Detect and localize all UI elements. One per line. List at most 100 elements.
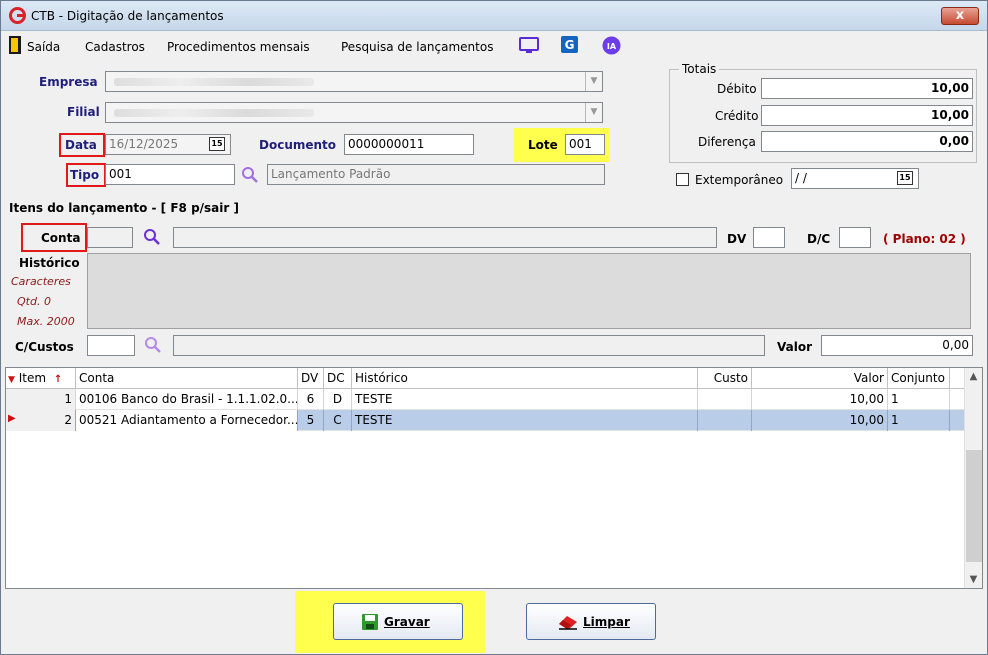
menu-cadastros[interactable]: Cadastros — [85, 40, 145, 54]
scroll-up-icon[interactable]: ▲ — [965, 371, 982, 382]
debito-value: 10,00 — [931, 81, 969, 95]
credito-label: Crédito — [715, 109, 759, 123]
conta-label: Conta — [41, 231, 81, 245]
documento-label: Documento — [259, 138, 337, 152]
limpar-button[interactable]: Limpar — [526, 603, 656, 640]
credito-value: 10,00 — [931, 108, 969, 122]
row-pointer-icon: ▶ — [8, 413, 16, 424]
menu-saida[interactable]: Saída — [27, 40, 60, 54]
filial-label: Filial — [67, 105, 100, 119]
limpar-label: Limpar — [583, 615, 630, 629]
dv-label: DV — [727, 232, 747, 246]
cell-conta: 00106 Banco do Brasil - 1.1.1.02.0... — [76, 389, 298, 410]
debito-label: Débito — [717, 82, 757, 96]
calendar-icon[interactable]: 15 — [209, 137, 225, 151]
vertical-scrollbar[interactable]: ▲ ▼ — [964, 368, 982, 588]
cell-valor: 10,00 — [752, 389, 888, 410]
cell-dc: D — [324, 389, 352, 410]
gravar-label: Gravar — [384, 615, 430, 629]
empresa-label: Empresa — [39, 75, 98, 89]
diferenca-field: 0,00 — [761, 131, 973, 152]
lote-value: 001 — [569, 137, 592, 151]
cell-conjunto: 1 — [888, 389, 950, 410]
column-header-dv[interactable]: DV — [298, 368, 324, 389]
column-header-historico[interactable]: Histórico — [352, 368, 698, 389]
main-window: CTB - Digitação de lançamentos x Saída C… — [0, 0, 988, 655]
table-row-selected[interactable]: ▶ 2 00521 Adiantamento a Fornecedor... 5… — [6, 410, 964, 431]
calendar-icon[interactable]: 15 — [897, 171, 913, 185]
extemporaneo-label: Extemporâneo — [695, 173, 784, 187]
tipo-description: Lançamento Padrão — [267, 164, 605, 185]
ia-assistant-icon[interactable]: IA — [602, 36, 621, 55]
ccustos-field[interactable] — [87, 335, 135, 356]
valor-field[interactable]: 0,00 — [821, 335, 973, 356]
cell-dv: 6 — [298, 389, 324, 410]
search-icon[interactable] — [144, 336, 162, 354]
items-grid[interactable]: ▼ Item ↑ Conta DV DC Histórico Custo Val… — [5, 367, 983, 589]
tipo-field[interactable]: 001 — [105, 164, 235, 185]
sort-ascending-icon: ↑ — [53, 374, 63, 385]
credito-field: 10,00 — [761, 105, 973, 126]
dropdown-arrow-icon[interactable]: ▼ — [585, 72, 602, 91]
tipo-value: 001 — [109, 167, 132, 181]
diferenca-label: Diferença — [698, 135, 756, 149]
historico-textarea[interactable] — [87, 253, 971, 329]
qtd-label: Qtd. 0 — [17, 295, 51, 308]
conta-field[interactable] — [87, 227, 133, 248]
lote-label: Lote — [528, 138, 558, 152]
totais-legend: Totais — [679, 62, 720, 76]
conta-description — [173, 227, 717, 248]
blurred-text — [114, 78, 314, 86]
debito-field: 10,00 — [761, 78, 973, 99]
column-header-valor[interactable]: Valor — [752, 368, 888, 389]
max-label: Max. 2000 — [17, 315, 75, 328]
cell-historico: TESTE — [352, 410, 698, 431]
documento-field[interactable]: 0000000011 — [344, 134, 474, 155]
cell-dv: 5 — [298, 410, 324, 431]
valor-value: 0,00 — [942, 338, 969, 352]
cell-conjunto: 1 — [888, 410, 950, 431]
menu-pesquisa-lancamentos[interactable]: Pesquisa de lançamentos — [341, 40, 493, 54]
close-button[interactable]: x — [941, 7, 979, 25]
column-header-custo[interactable]: Custo — [698, 368, 752, 389]
column-header-conjunto[interactable]: Conjunto — [888, 368, 950, 389]
cell-valor: 10,00 — [752, 410, 888, 431]
menu-procedimentos-mensais[interactable]: Procedimentos mensais — [167, 40, 310, 54]
table-row[interactable]: 1 00106 Banco do Brasil - 1.1.1.02.0... … — [6, 389, 964, 410]
scroll-down-icon[interactable]: ▼ — [965, 574, 982, 585]
sort-down-icon: ▼ — [8, 375, 15, 385]
cell-item: 1 — [6, 389, 76, 410]
column-header-conta[interactable]: Conta — [76, 368, 298, 389]
empresa-select[interactable]: ▼ — [105, 71, 603, 92]
cell-dc: C — [324, 410, 352, 431]
filial-select[interactable]: ▼ — [105, 102, 603, 123]
g-logo-icon[interactable]: G — [561, 36, 578, 53]
gravar-button[interactable]: Gravar — [333, 603, 463, 640]
app-logo-icon — [9, 7, 26, 24]
monitor-icon[interactable] — [519, 37, 539, 54]
search-icon[interactable] — [143, 228, 161, 246]
column-header-item[interactable]: ▼ Item ↑ — [6, 368, 76, 389]
ccustos-description — [173, 335, 765, 356]
scrollbar-thumb[interactable] — [966, 450, 982, 562]
window-title: CTB - Digitação de lançamentos — [31, 9, 224, 23]
dropdown-arrow-icon[interactable]: ▼ — [585, 103, 602, 122]
dc-field[interactable] — [839, 227, 871, 248]
cell-custo — [698, 410, 752, 431]
data-value: 16/12/2025 — [109, 137, 179, 151]
search-icon[interactable] — [241, 166, 259, 184]
cell-custo — [698, 389, 752, 410]
data-label: Data — [65, 138, 97, 152]
grid-header: ▼ Item ↑ Conta DV DC Histórico Custo Val… — [6, 368, 964, 389]
lote-field[interactable]: 001 — [565, 134, 605, 155]
extemporaneo-checkbox[interactable] — [676, 173, 689, 186]
cell-historico: TESTE — [352, 389, 698, 410]
exit-door-icon — [9, 36, 21, 54]
tipo-label: Tipo — [70, 168, 100, 182]
dv-field[interactable] — [753, 227, 785, 248]
column-header-dc[interactable]: DC — [324, 368, 352, 389]
save-disk-icon — [362, 614, 378, 630]
svg-text:G: G — [565, 38, 575, 52]
historico-label: Histórico — [19, 256, 80, 270]
ccustos-label: C/Custos — [15, 340, 74, 354]
